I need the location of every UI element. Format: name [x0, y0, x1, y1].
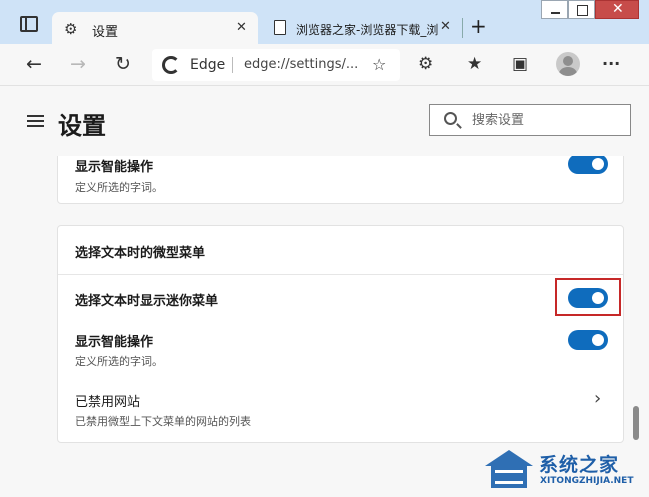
close-icon: ✕	[612, 1, 624, 17]
new-tab-button[interactable]: +	[470, 14, 487, 38]
search-box[interactable]	[429, 104, 631, 136]
row-title[interactable]: 已禁用网站	[75, 391, 140, 410]
tab-settings[interactable]: ⚙ 设置 ✕	[52, 12, 258, 46]
avatar[interactable]	[556, 52, 580, 76]
menu-icon[interactable]	[27, 115, 44, 127]
address-divider	[232, 57, 233, 73]
search-input[interactable]	[472, 109, 622, 131]
tab-label: 设置	[92, 25, 119, 40]
settings-header: 设置	[0, 86, 649, 156]
settings-card-smart-actions: 显示智能操作 定义所选的字词。	[57, 156, 624, 204]
more-options-icon[interactable]: ···	[602, 53, 620, 75]
smart-actions-toggle-2[interactable]	[568, 330, 608, 350]
chevron-right-icon[interactable]: ›	[594, 388, 601, 409]
row-title: 显示智能操作	[75, 160, 154, 175]
collections-icon[interactable]: ▣	[512, 53, 528, 75]
close-icon[interactable]: ✕	[236, 20, 247, 35]
address-brand: Edge	[190, 57, 226, 73]
page-icon	[274, 20, 286, 35]
extensions-icon[interactable]: ⚙	[418, 53, 433, 75]
gear-icon: ⚙	[64, 20, 78, 38]
favorites-icon[interactable]: ★	[467, 53, 482, 75]
watermark-title: 系统之家	[539, 454, 620, 476]
page-title: 设置	[58, 112, 106, 140]
row-desc: 定义所选的字词。	[75, 181, 163, 194]
smart-actions-toggle[interactable]	[568, 156, 608, 174]
address-bar[interactable]: Edge edge://settings/... ☆	[152, 49, 400, 81]
row-desc: 定义所选的字词。	[75, 355, 163, 368]
edge-logo-icon	[162, 56, 180, 74]
close-icon[interactable]: ✕	[440, 19, 451, 34]
mini-menu-toggle[interactable]	[568, 288, 608, 308]
row-title: 选择文本时显示迷你菜单	[75, 294, 219, 309]
settings-card-mini-menu: 选择文本时的微型菜单 选择文本时显示迷你菜单 显示智能操作 定义所选的字词。 已…	[57, 225, 624, 443]
watermark-subtitle: XITONGZHIJIA.NET	[540, 476, 634, 486]
add-favorite-icon[interactable]: ☆	[372, 55, 386, 74]
search-icon	[444, 112, 457, 125]
tab-strip: ⚙ 设置 ✕ 浏览器之家-浏览器下载_浏 ✕ + ✕	[0, 0, 649, 46]
browser-toolbar: ← → ↻ Edge edge://settings/... ☆ ⚙ ★ ▣ ·…	[0, 44, 649, 86]
maximize-button[interactable]	[568, 0, 595, 19]
watermark-logo-icon	[483, 450, 535, 488]
tab-actions-icon[interactable]	[20, 16, 38, 32]
tab-browser-home[interactable]: 浏览器之家-浏览器下载_浏 ✕	[264, 14, 460, 44]
minimize-button[interactable]	[541, 0, 568, 19]
back-button[interactable]: ←	[26, 53, 42, 75]
forward-button[interactable]: →	[70, 53, 86, 75]
row-desc: 已禁用微型上下文菜单的网站的列表	[75, 415, 251, 428]
scrollbar-thumb[interactable]	[633, 406, 639, 440]
window-close-button[interactable]: ✕	[595, 0, 639, 19]
row-title: 显示智能操作	[75, 335, 154, 350]
tab-label: 浏览器之家-浏览器下载_浏	[296, 23, 439, 37]
tab-divider	[462, 18, 463, 38]
divider	[58, 274, 623, 275]
watermark: 系统之家 XITONGZHIJIA.NET	[483, 444, 649, 497]
section-heading: 选择文本时的微型菜单	[75, 246, 206, 261]
refresh-button[interactable]: ↻	[115, 53, 131, 75]
address-url[interactable]: edge://settings/...	[244, 57, 358, 72]
